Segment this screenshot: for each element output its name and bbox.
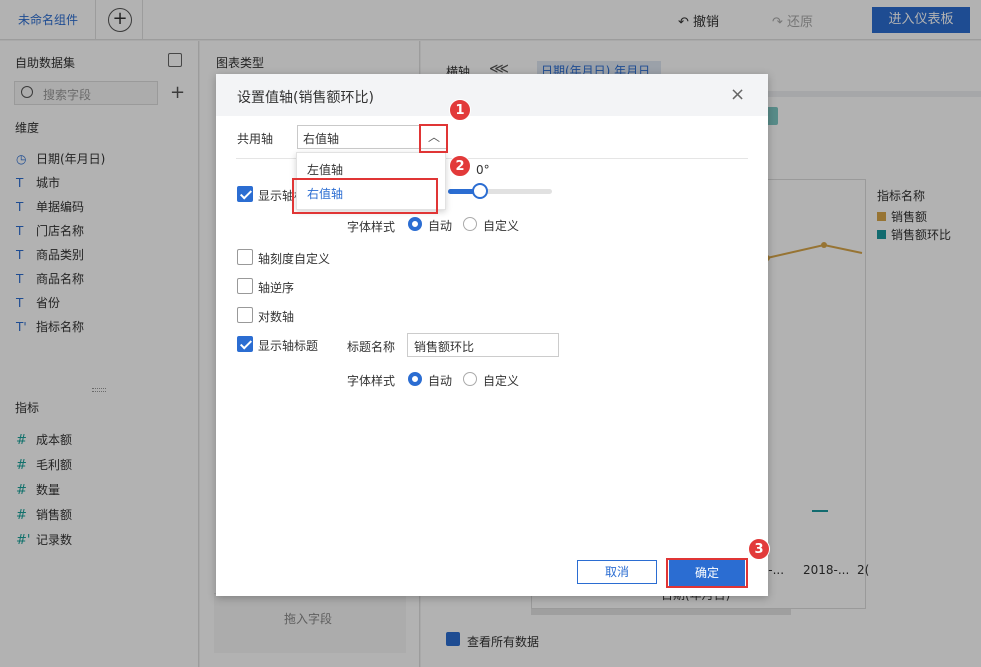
font-custom-radio[interactable] (463, 217, 477, 231)
custom-scale-checkbox[interactable] (237, 249, 253, 265)
custom-scale-label: 轴刻度自定义 (258, 252, 331, 266)
title-name-input[interactable]: 销售额环比 (407, 333, 559, 357)
annotation-badge-1: 1 (449, 99, 471, 121)
font-auto-radio[interactable] (408, 217, 422, 231)
reverse-axis-checkbox[interactable] (237, 278, 253, 294)
log-axis-label: 对数轴 (258, 310, 295, 324)
shared-axis-label: 共用轴 (237, 132, 274, 146)
font-style-label: 字体样式 (347, 374, 396, 388)
rotation-value: 0° (476, 163, 490, 177)
title-font-custom-label: 自定义 (483, 374, 520, 388)
annotation-badge-3: 3 (748, 538, 770, 560)
font-custom-label: 自定义 (483, 219, 520, 233)
reverse-axis-label: 轴逆序 (258, 281, 295, 295)
annotation-box-2 (292, 178, 438, 214)
cancel-button[interactable]: 取消 (577, 560, 657, 584)
annotation-badge-2: 2 (449, 155, 471, 177)
title-name-label: 标题名称 (347, 340, 396, 354)
dialog-header: 设置值轴(销售额环比) × (216, 74, 768, 116)
font-style-label: 字体样式 (347, 220, 396, 234)
value-axis-dialog: 设置值轴(销售额环比) × 共用轴 右值轴 ︿ 显示轴标 0° 字体样式 自动 … (216, 74, 768, 596)
show-axis-label-checkbox[interactable] (237, 186, 253, 202)
font-auto-label: 自动 (428, 219, 453, 233)
annotation-box-3 (666, 558, 748, 588)
title-font-auto-radio[interactable] (408, 372, 422, 386)
annotation-box-1 (419, 124, 448, 153)
title-font-auto-label: 自动 (428, 374, 453, 388)
show-axis-title-label: 显示轴标题 (258, 339, 319, 353)
select-value: 右值轴 (303, 132, 340, 146)
close-icon[interactable]: × (730, 84, 745, 105)
rotation-slider-thumb[interactable] (472, 183, 488, 199)
option-left-axis[interactable]: 左值轴 (307, 161, 343, 178)
dialog-title: 设置值轴(销售额环比) (237, 90, 374, 106)
show-axis-title-checkbox[interactable] (237, 336, 253, 352)
log-axis-checkbox[interactable] (237, 307, 253, 323)
title-font-custom-radio[interactable] (463, 372, 477, 386)
